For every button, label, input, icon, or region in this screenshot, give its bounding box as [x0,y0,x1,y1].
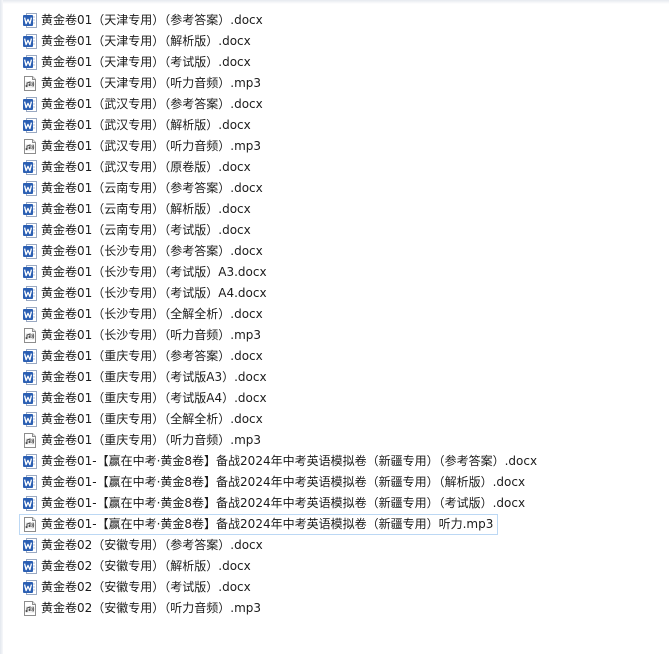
file-name: 黄金卷01（长沙专用）（考试版）A3.docx [41,265,267,279]
file-name: 黄金卷01（天津专用）（解析版）.docx [41,34,251,48]
file-name: 黄金卷01（重庆专用）（参考答案）.docx [41,349,263,363]
file-name: 黄金卷01（长沙专用）（考试版）A4.docx [41,286,267,300]
file-item[interactable]: 黄金卷01（长沙专用）（全解全析）.docx [19,304,268,325]
file-name: 黄金卷01（重庆专用）（考试版A4）.docx [41,391,267,405]
file-item[interactable]: 黄金卷01（长沙专用）（参考答案）.docx [19,241,268,262]
word-doc-icon [23,559,37,574]
file-item[interactable]: 黄金卷01-【赢在中考·黄金8卷】备战2024年中考英语模拟卷（新疆专用）（解析… [19,472,530,493]
word-doc-icon [23,97,37,112]
word-doc-icon [23,454,37,469]
word-doc-icon [23,307,37,322]
audio-file-icon [23,601,37,616]
file-name: 黄金卷02（安徽专用）（听力音频）.mp3 [41,601,262,615]
file-name: 黄金卷02（安徽专用）（参考答案）.docx [41,538,263,552]
file-item[interactable]: 黄金卷01（武汉专用）（原卷版）.docx [19,157,256,178]
file-name: 黄金卷01（长沙专用）（参考答案）.docx [41,244,263,258]
file-name: 黄金卷01（武汉专用）（听力音频）.mp3 [41,139,262,153]
file-item[interactable]: 黄金卷01（武汉专用）（解析版）.docx [19,115,256,136]
file-item[interactable]: 黄金卷01-【赢在中考·黄金8卷】备战2024年中考英语模拟卷（新疆专用）（考试… [19,493,530,514]
pane-top-border [0,0,669,4]
word-doc-icon [23,580,37,595]
file-name: 黄金卷01（重庆专用）（听力音频）.mp3 [41,433,262,447]
file-item[interactable]: 黄金卷01（云南专用）（解析版）.docx [19,199,256,220]
file-name: 黄金卷01（重庆专用）（全解全析）.docx [41,412,263,426]
file-name: 黄金卷01-【赢在中考·黄金8卷】备战2024年中考英语模拟卷（新疆专用）听力.… [41,517,494,531]
file-item[interactable]: 黄金卷01（武汉专用）（参考答案）.docx [19,94,268,115]
word-doc-icon [23,244,37,259]
file-name: 黄金卷01（武汉专用）（原卷版）.docx [41,160,251,174]
file-item[interactable]: 黄金卷01（天津专用）（考试版）.docx [19,52,256,73]
file-name: 黄金卷01（天津专用）（听力音频）.mp3 [41,76,262,90]
word-doc-icon [23,475,37,490]
file-name: 黄金卷01（天津专用）（考试版）.docx [41,55,251,69]
file-item[interactable]: 黄金卷01-【赢在中考·黄金8卷】备战2024年中考英语模拟卷（新疆专用）听力.… [19,514,499,535]
file-item[interactable]: 黄金卷01（长沙专用）（考试版）A4.docx [19,283,272,304]
audio-file-icon [23,328,37,343]
file-item[interactable]: 黄金卷01（重庆专用）（全解全析）.docx [19,409,268,430]
file-item[interactable]: 黄金卷01（武汉专用）（听力音频）.mp3 [19,136,266,157]
file-name: 黄金卷01-【赢在中考·黄金8卷】备战2024年中考英语模拟卷（新疆专用）（参考… [41,454,538,468]
file-item[interactable]: 黄金卷01-【赢在中考·黄金8卷】备战2024年中考英语模拟卷（新疆专用）（参考… [19,451,542,472]
file-name: 黄金卷01（云南专用）（参考答案）.docx [41,181,263,195]
file-name: 黄金卷01（长沙专用）（全解全析）.docx [41,307,263,321]
file-name: 黄金卷01（天津专用）（参考答案）.docx [41,13,263,27]
file-item[interactable]: 黄金卷01（重庆专用）（听力音频）.mp3 [19,430,266,451]
pane-left-border [0,0,3,654]
word-doc-icon [23,202,37,217]
file-name: 黄金卷01（云南专用）（考试版）.docx [41,223,251,237]
word-doc-icon [23,223,37,238]
word-doc-icon [23,349,37,364]
audio-file-icon [23,433,37,448]
word-doc-icon [23,496,37,511]
file-item[interactable]: 黄金卷02（安徽专用）（参考答案）.docx [19,535,268,556]
file-item[interactable]: 黄金卷02（安徽专用）（听力音频）.mp3 [19,598,266,619]
file-item[interactable]: 黄金卷01（云南专用）（参考答案）.docx [19,178,268,199]
audio-file-icon [23,139,37,154]
word-doc-icon [23,55,37,70]
file-item[interactable]: 黄金卷01（天津专用）（听力音频）.mp3 [19,73,266,94]
word-doc-icon [23,118,37,133]
file-name: 黄金卷01-【赢在中考·黄金8卷】备战2024年中考英语模拟卷（新疆专用）（解析… [41,475,526,489]
word-doc-icon [23,538,37,553]
file-item[interactable]: 黄金卷02（安徽专用）（考试版）.docx [19,577,256,598]
file-item[interactable]: 黄金卷01（长沙专用）（听力音频）.mp3 [19,325,266,346]
file-list: 黄金卷01（天津专用）（参考答案）.docx 黄金卷01（天津专用）（解析版）.… [19,10,542,619]
word-doc-icon [23,160,37,175]
audio-file-icon [23,517,37,532]
word-doc-icon [23,181,37,196]
file-name: 黄金卷01（长沙专用）（听力音频）.mp3 [41,328,262,342]
word-doc-icon [23,34,37,49]
file-item[interactable]: 黄金卷01（重庆专用）（考试版A4）.docx [19,388,272,409]
file-item[interactable]: 黄金卷01（重庆专用）（考试版A3）.docx [19,367,272,388]
word-doc-icon [23,412,37,427]
word-doc-icon [23,370,37,385]
file-item[interactable]: 黄金卷01（长沙专用）（考试版）A3.docx [19,262,272,283]
file-name: 黄金卷01（武汉专用）（解析版）.docx [41,118,251,132]
file-item[interactable]: 黄金卷01（天津专用）（解析版）.docx [19,31,256,52]
file-name: 黄金卷01（重庆专用）（考试版A3）.docx [41,370,267,384]
file-item[interactable]: 黄金卷01（天津专用）（参考答案）.docx [19,10,268,31]
file-name: 黄金卷02（安徽专用）（考试版）.docx [41,580,251,594]
file-name: 黄金卷01（武汉专用）（参考答案）.docx [41,97,263,111]
word-doc-icon [23,13,37,28]
file-name: 黄金卷02（安徽专用）（解析版）.docx [41,559,251,573]
file-name: 黄金卷01-【赢在中考·黄金8卷】备战2024年中考英语模拟卷（新疆专用）（考试… [41,496,526,510]
word-doc-icon [23,265,37,280]
file-item[interactable]: 黄金卷02（安徽专用）（解析版）.docx [19,556,256,577]
file-item[interactable]: 黄金卷01（云南专用）（考试版）.docx [19,220,256,241]
file-list-pane: 黄金卷01（天津专用）（参考答案）.docx 黄金卷01（天津专用）（解析版）.… [0,0,669,654]
word-doc-icon [23,391,37,406]
file-name: 黄金卷01（云南专用）（解析版）.docx [41,202,251,216]
audio-file-icon [23,76,37,91]
file-item[interactable]: 黄金卷01（重庆专用）（参考答案）.docx [19,346,268,367]
word-doc-icon [23,286,37,301]
